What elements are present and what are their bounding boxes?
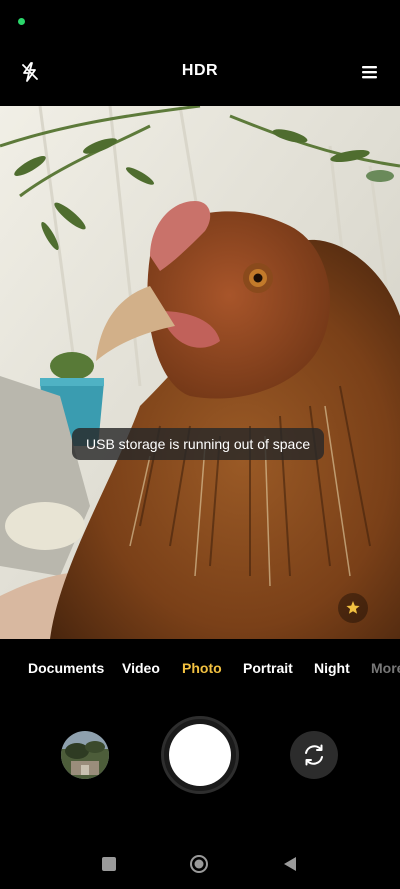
shutter-icon[interactable] <box>161 716 239 794</box>
home-icon[interactable] <box>189 854 209 874</box>
mode-portrait[interactable]: Portrait <box>243 660 293 676</box>
storage-warning-toast: USB storage is running out of space <box>72 428 325 460</box>
camera-controls <box>0 700 400 810</box>
mode-photo[interactable]: Photo <box>182 660 222 676</box>
recents-icon[interactable] <box>99 854 119 874</box>
mode-night[interactable]: Night <box>314 660 350 676</box>
flash-off-icon[interactable] <box>16 58 44 86</box>
mode-documents[interactable]: Documents <box>28 660 104 676</box>
gallery-thumbnail[interactable] <box>61 731 109 779</box>
chicken-preview <box>0 106 400 639</box>
camera-viewfinder[interactable]: USB storage is running out of space <box>0 106 400 639</box>
mode-video[interactable]: Video <box>122 660 160 676</box>
mode-more[interactable]: More <box>371 660 400 676</box>
status-bar <box>0 0 400 44</box>
switch-camera-icon[interactable] <box>290 731 338 779</box>
camera-mode-selector: Documents Video Photo Portrait Night Mor… <box>0 640 400 700</box>
hdr-label: HDR <box>181 62 219 79</box>
privacy-indicator-dot <box>18 18 25 25</box>
toast-text: USB storage is running out of space <box>86 436 311 452</box>
menu-icon[interactable] <box>358 58 382 86</box>
system-navigation-bar <box>0 836 400 889</box>
hdr-button[interactable]: HDR <box>178 57 222 85</box>
ai-scene-icon[interactable] <box>338 593 368 623</box>
camera-top-bar: HDR <box>0 44 400 106</box>
shutter-button-inner <box>169 724 231 786</box>
back-icon[interactable] <box>280 854 300 874</box>
